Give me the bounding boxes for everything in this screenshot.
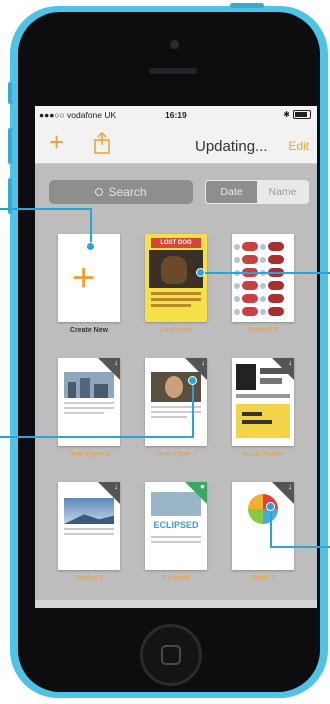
search-placeholder: Search <box>108 185 147 199</box>
doc-thumbnail-termpaper7[interactable]: ↓ <box>145 358 207 446</box>
pill-shape <box>268 307 284 316</box>
doc-thumbnail-untitled6[interactable] <box>232 234 294 322</box>
earpiece <box>149 68 197 74</box>
pill-dot <box>234 244 240 250</box>
doc-thumbnail-eclipsed[interactable]: ECLIPSED ● <box>145 482 207 570</box>
doc-thumbnail-termpaper6[interactable]: ↓ <box>58 358 120 446</box>
doc-label: Create New <box>69 327 109 334</box>
doc-label: Term Paper 7 <box>154 451 198 458</box>
doc-thumbnail-musicposter[interactable]: ↓ <box>232 358 294 446</box>
callout-dot <box>86 242 95 251</box>
download-icon: ↓ <box>114 358 118 367</box>
search-input[interactable]: Search <box>49 180 193 204</box>
sort-segmented-control[interactable]: Date Name <box>205 180 309 204</box>
callout-dot <box>188 376 197 385</box>
volume-up-button <box>8 128 12 164</box>
mute-switch <box>8 82 12 104</box>
pill-shape <box>242 255 258 264</box>
pill-dot <box>234 309 240 315</box>
pill-shape <box>268 294 284 303</box>
pill-shape <box>268 281 284 290</box>
page-title: Updating... <box>195 138 268 155</box>
doc-thumbnail-blank7[interactable]: ↓ <box>232 482 294 570</box>
power-button <box>230 3 264 8</box>
search-row: Search Date Name <box>35 164 317 212</box>
pill-dot <box>234 283 240 289</box>
pill-shape <box>242 307 258 316</box>
thumb-title: ECLIPSED <box>153 520 199 530</box>
person-icon: ● <box>200 482 205 491</box>
plus-icon[interactable]: + <box>49 129 64 155</box>
screen: ●●●○○ vodafone UK 16:19 ✱ + Updating... … <box>35 106 317 608</box>
sort-name-tab[interactable]: Name <box>257 181 308 203</box>
search-icon <box>95 188 104 196</box>
clock: 16:19 <box>165 110 187 120</box>
pill-shape <box>268 242 284 251</box>
callout-line <box>0 208 92 210</box>
callout-line <box>90 208 92 244</box>
callout-line <box>0 436 194 438</box>
pill-shape <box>242 242 258 251</box>
status-bar: ●●●○○ vodafone UK 16:19 ✱ <box>35 106 317 124</box>
doc-label: Music Poster <box>242 451 284 458</box>
download-icon: ↓ <box>201 358 205 367</box>
callout-line <box>192 380 194 438</box>
plus-icon: + <box>72 256 96 300</box>
pill-shape <box>242 281 258 290</box>
share-icon[interactable] <box>93 132 111 154</box>
pill-dot <box>260 309 266 315</box>
doc-thumbnail-untitled4[interactable]: ↓ <box>58 482 120 570</box>
bluetooth-icon: ✱ <box>283 110 290 119</box>
pill-shape <box>268 255 284 264</box>
callout-dot <box>196 268 205 277</box>
doc-label: Eclipsed <box>162 575 190 582</box>
callout-line <box>200 272 330 274</box>
camera-icon <box>170 40 179 49</box>
edit-button[interactable]: Edit <box>288 139 309 153</box>
download-icon: ↓ <box>288 482 292 491</box>
download-icon: ↓ <box>288 358 292 367</box>
doc-label: Term Paper 6 <box>67 451 111 458</box>
doc-label: Untitled 4 <box>74 575 104 582</box>
carrier-text: ●●●○○ vodafone UK <box>39 110 117 120</box>
stage: ●●●○○ vodafone UK 16:19 ✱ + Updating... … <box>0 0 330 704</box>
callout-line <box>270 546 330 548</box>
pill-dot <box>234 257 240 263</box>
thumb-title: LOST DOG <box>151 238 201 248</box>
pill-shape <box>242 294 258 303</box>
pill-dot <box>260 283 266 289</box>
next-row-peek <box>35 600 317 608</box>
pill-dot <box>234 296 240 302</box>
pill-dot <box>260 244 266 250</box>
sort-date-tab[interactable]: Date <box>206 181 257 203</box>
doc-label: DogPoster <box>159 327 193 334</box>
doc-thumbnail-dogposter[interactable]: LOST DOG <box>145 234 207 322</box>
doc-label: Untitled 6 <box>248 327 278 334</box>
home-square-icon <box>161 645 181 665</box>
callout-dot <box>266 502 275 511</box>
doc-label: Blank 7 <box>251 575 275 582</box>
pill-dot <box>260 257 266 263</box>
download-icon: ↓ <box>114 482 118 491</box>
battery-icon: ✱ <box>283 109 311 120</box>
pill-dot <box>260 296 266 302</box>
nav-bar: + Updating... Edit <box>35 124 317 164</box>
callout-line <box>270 506 272 548</box>
